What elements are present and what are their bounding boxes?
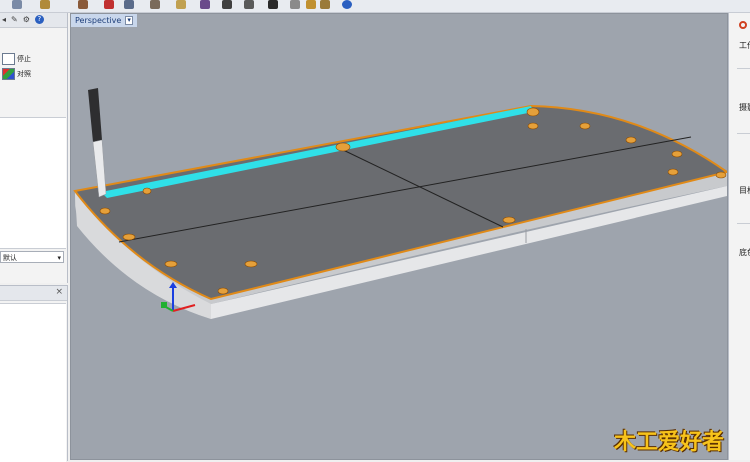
properties-panel: ◂ ✎ ⚙ ? 停止 对照 默认 ▾ bbox=[0, 13, 68, 283]
stop-button[interactable]: 停止 bbox=[2, 53, 31, 65]
layer-list[interactable] bbox=[0, 117, 66, 249]
display-mode-value: 默认 bbox=[3, 254, 17, 262]
watermark-logo: 木工爱好者 bbox=[614, 424, 724, 456]
right-label-4: 底色 bbox=[739, 248, 750, 257]
tool-icon[interactable] bbox=[290, 0, 300, 9]
watermark-text: 木工爱好者 bbox=[614, 430, 725, 455]
panel-header: × bbox=[0, 286, 67, 301]
compare-button[interactable]: 对照 bbox=[2, 68, 31, 80]
divider bbox=[737, 133, 750, 134]
wrench-icon[interactable]: ✎ bbox=[11, 15, 18, 24]
tool-icon[interactable] bbox=[320, 0, 330, 9]
tool-icon[interactable] bbox=[104, 0, 114, 9]
tool-icon[interactable] bbox=[150, 0, 160, 9]
divider bbox=[737, 68, 750, 69]
panel-content[interactable] bbox=[0, 303, 66, 462]
tool-icon[interactable] bbox=[124, 0, 134, 9]
tool-icon[interactable] bbox=[12, 0, 22, 9]
tool-icon[interactable] bbox=[222, 0, 232, 9]
stop-label: 停止 bbox=[17, 55, 31, 63]
tool-icon[interactable] bbox=[176, 0, 186, 9]
help-icon[interactable] bbox=[342, 0, 352, 9]
right-label-3: 目标 bbox=[739, 186, 750, 195]
secondary-panel: × bbox=[0, 285, 68, 462]
chevron-down-icon: ▾ bbox=[57, 254, 61, 262]
model-canvas bbox=[73, 88, 727, 319]
stop-icon bbox=[2, 53, 15, 65]
tool-icon[interactable] bbox=[268, 0, 278, 9]
help-icon[interactable]: ? bbox=[34, 15, 44, 24]
main-toolbar bbox=[0, 0, 750, 13]
compare-label: 对照 bbox=[17, 70, 31, 78]
right-label-2: 摄影 bbox=[739, 103, 750, 112]
display-panel: 工作 摄影 目标 底色 bbox=[728, 13, 750, 460]
tool-icon[interactable] bbox=[78, 0, 88, 9]
gear-icon[interactable]: ⚙ bbox=[23, 15, 30, 24]
close-icon[interactable]: × bbox=[55, 287, 63, 297]
marker-cap bbox=[88, 88, 102, 142]
tool-icon[interactable] bbox=[244, 0, 254, 9]
display-mode-select[interactable]: 默认 ▾ bbox=[0, 251, 64, 263]
tool-icon[interactable] bbox=[40, 0, 50, 9]
divider bbox=[737, 223, 750, 224]
color-wheel-icon[interactable] bbox=[739, 21, 747, 29]
tool-icon[interactable] bbox=[200, 0, 210, 9]
tool-icon[interactable] bbox=[306, 0, 316, 9]
compare-icon bbox=[2, 68, 15, 80]
panel-header: ◂ ✎ ⚙ ? bbox=[0, 13, 67, 28]
perspective-viewport[interactable]: Perspective ▾ bbox=[70, 13, 728, 460]
right-label-1: 工作 bbox=[739, 41, 750, 50]
arrow-left-icon[interactable]: ◂ bbox=[2, 15, 6, 24]
